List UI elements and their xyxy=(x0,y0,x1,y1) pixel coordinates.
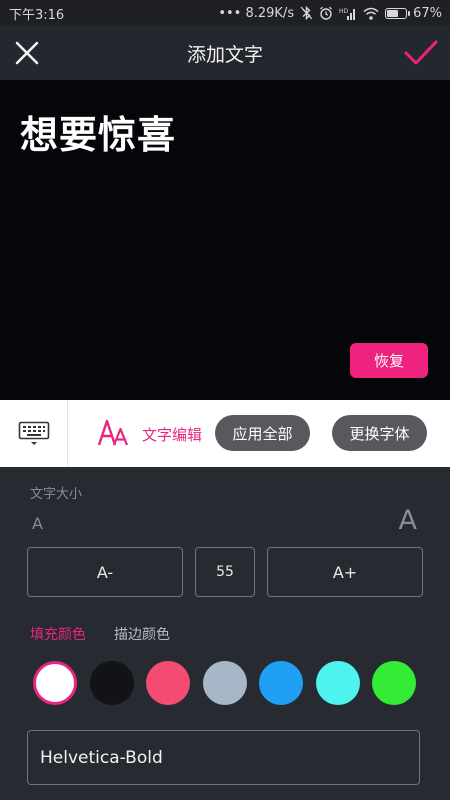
color-swatch[interactable] xyxy=(259,661,303,705)
status-time: 下午3:16 xyxy=(9,7,65,23)
app-header: 添加文字 xyxy=(0,26,450,80)
color-swatch[interactable] xyxy=(33,661,77,705)
color-swatch[interactable] xyxy=(146,661,190,705)
small-size-glyph: A xyxy=(32,514,43,533)
change-font-button[interactable]: 更换字体 xyxy=(332,415,427,451)
apply-all-button[interactable]: 应用全部 xyxy=(215,415,310,451)
keyboard-icon xyxy=(18,421,49,445)
preview-text[interactable]: 想要惊喜 xyxy=(20,104,176,159)
large-size-glyph: A xyxy=(398,505,417,536)
restore-button[interactable]: 恢复 xyxy=(350,343,428,378)
network-speed: ••• 8.29K/s xyxy=(218,5,295,21)
font-name-field[interactable]: Helvetica-Bold xyxy=(27,730,420,785)
text-edit-tab[interactable]: 文字编辑 xyxy=(142,424,202,445)
confirm-button[interactable] xyxy=(402,35,440,71)
text-settings-panel: 文字大小 A A A- 55 A+ 填充颜色 描边颜色 Helvetica-Bo… xyxy=(0,467,450,800)
keyboard-button[interactable] xyxy=(0,400,68,467)
status-icons: ••• 8.29K/s HD 67% xyxy=(218,6,442,21)
battery-icon xyxy=(385,7,411,19)
checkmark-icon xyxy=(404,40,438,65)
text-style-icon xyxy=(97,419,129,446)
battery-percent: 67% xyxy=(413,5,442,21)
color-swatch[interactable] xyxy=(372,661,416,705)
text-size-title: 文字大小 xyxy=(30,487,83,502)
status-bar: 下午3:16 ••• 8.29K/s HD 67% xyxy=(0,0,450,26)
close-button[interactable] xyxy=(10,36,44,70)
decrease-size-button[interactable]: A- xyxy=(27,547,183,597)
alarm-icon xyxy=(319,6,333,20)
increase-size-button[interactable]: A+ xyxy=(267,547,423,597)
color-swatch[interactable] xyxy=(315,661,360,705)
wifi-icon xyxy=(363,7,379,20)
edit-toolbar: 文字编辑 应用全部 更换字体 xyxy=(0,400,450,467)
color-swatch[interactable] xyxy=(89,661,134,705)
bluetooth-off-icon xyxy=(300,6,313,20)
size-value-field[interactable]: 55 xyxy=(195,547,255,597)
color-swatch[interactable] xyxy=(202,661,247,705)
tab-fill-color[interactable]: 填充颜色 xyxy=(30,624,86,644)
close-icon xyxy=(15,41,39,65)
signal-hd-icon: HD xyxy=(339,7,357,20)
text-preview-canvas[interactable]: 想要惊喜 恢复 xyxy=(0,80,450,400)
page-title: 添加文字 xyxy=(186,43,263,66)
svg-text:HD: HD xyxy=(339,8,349,15)
tab-stroke-color[interactable]: 描边颜色 xyxy=(114,624,170,644)
